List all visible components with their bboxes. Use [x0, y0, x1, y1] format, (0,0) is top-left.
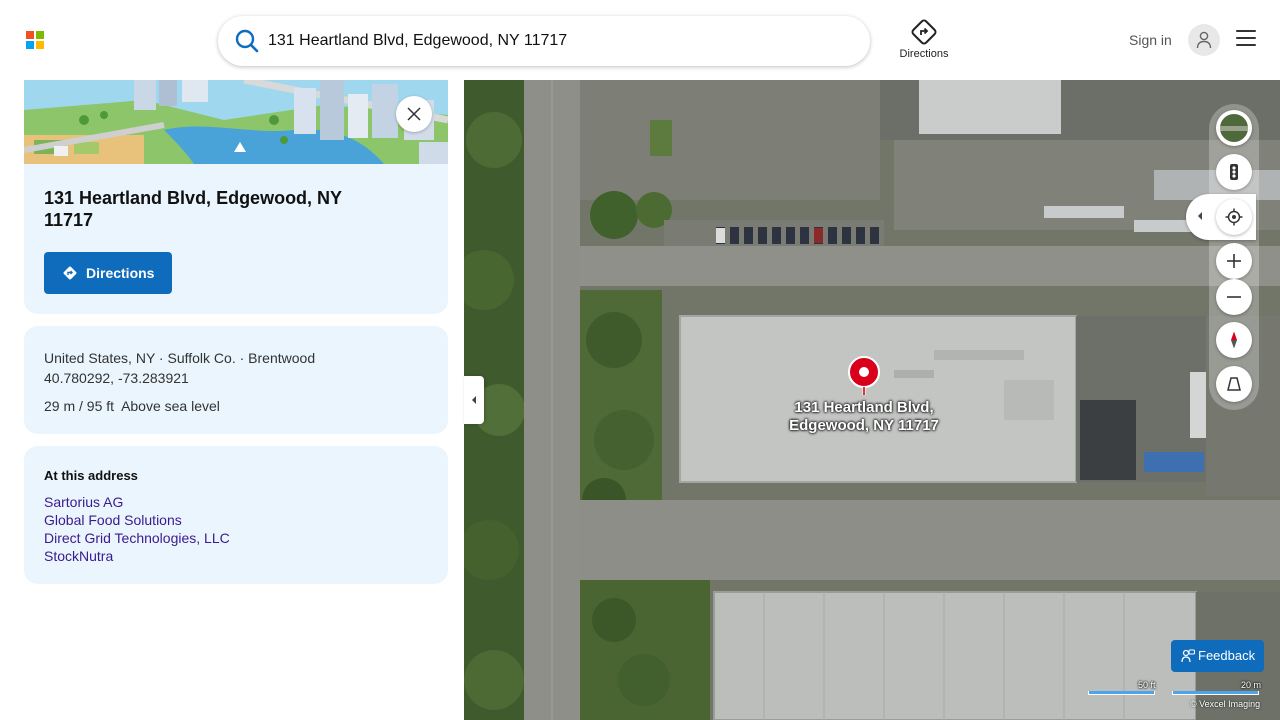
- traffic-light-icon: [1230, 164, 1238, 180]
- business-link[interactable]: StockNutra: [44, 548, 113, 564]
- imagery-credit: © Vexcel Imaging: [1190, 699, 1261, 709]
- directions-top-label: Directions: [899, 48, 949, 60]
- pin-label: 131 Heartland Blvd, Edgewood, NY 11717: [764, 399, 964, 435]
- map-style-thumbnail-icon: [1218, 112, 1250, 144]
- business-link[interactable]: Global Food Solutions: [44, 512, 182, 528]
- scale-label-m: 20 m: [1241, 680, 1262, 690]
- feedback-icon: [1181, 649, 1195, 663]
- business-link[interactable]: Sartorius AG: [44, 494, 123, 510]
- region-locality: Brentwood: [248, 350, 316, 366]
- place-card: 131 Heartland Blvd, Edgewood, NY 11717 D…: [24, 80, 448, 314]
- feedback-button[interactable]: Feedback: [1171, 640, 1264, 672]
- crosshair-icon: [1225, 208, 1243, 226]
- search-input[interactable]: [268, 24, 848, 58]
- directions-icon: [63, 266, 77, 280]
- map-style-button[interactable]: [1216, 110, 1252, 146]
- zoom-in-button[interactable]: [1216, 243, 1252, 279]
- region-separator: ·: [158, 350, 164, 366]
- avatar[interactable]: [1188, 24, 1220, 56]
- directions-button[interactable]: Directions: [44, 252, 172, 294]
- pin-label-line: 131 Heartland Blvd,: [794, 399, 934, 416]
- at-this-address-heading: At this address: [44, 468, 138, 483]
- minus-icon: [1227, 296, 1241, 298]
- map-view[interactable]: 131 Heartland Blvd, Edgewood, NY 11717: [464, 80, 1280, 720]
- scale-bar-ft: [1088, 691, 1155, 695]
- compass-icon: [1231, 331, 1237, 349]
- chevron-left-icon: [1198, 212, 1202, 220]
- scale-bar-m: [1172, 691, 1259, 695]
- elevation-line: 29 m / 95 ft Above sea level: [44, 398, 220, 414]
- search-icon[interactable]: [234, 28, 260, 54]
- feedback-label: Feedback: [1198, 648, 1256, 663]
- location-details-card: United States, NY · Suffolk Co. · Brentw…: [24, 326, 448, 434]
- zoom-out-button[interactable]: [1216, 279, 1252, 315]
- compass-button[interactable]: [1216, 322, 1252, 358]
- locate-me-button[interactable]: [1216, 199, 1252, 235]
- collapse-panel-button[interactable]: [464, 376, 484, 424]
- sign-in-link[interactable]: Sign in: [1129, 32, 1172, 48]
- directions-icon: [911, 19, 937, 45]
- elevation-label: Above sea level: [121, 398, 220, 414]
- region-country: United States, NY: [44, 350, 156, 366]
- search-box[interactable]: [218, 16, 870, 66]
- business-link[interactable]: Direct Grid Technologies, LLC: [44, 530, 230, 546]
- scale-label-ft: 50 ft: [1138, 680, 1156, 690]
- tilt-icon: [1227, 377, 1241, 391]
- directions-button-label: Directions: [86, 265, 155, 281]
- coordinates[interactable]: 40.780292, -73.283921: [44, 370, 189, 386]
- directions-top-button[interactable]: Directions: [892, 18, 956, 66]
- pin-label-line: Edgewood, NY 11717: [789, 417, 939, 434]
- chevron-left-icon: [472, 396, 476, 404]
- place-title: 131 Heartland Blvd, Edgewood, NY 11717: [44, 188, 342, 230]
- city-illustration: [24, 80, 448, 164]
- elevation-value: 29 m / 95 ft: [44, 398, 115, 414]
- tilt-button[interactable]: [1216, 366, 1252, 402]
- hamburger-menu-icon[interactable]: [1236, 30, 1256, 48]
- at-this-address-card: At this address Sartorius AG Global Food…: [24, 446, 448, 584]
- traffic-button[interactable]: [1216, 154, 1252, 190]
- region-separator: ·: [239, 350, 245, 366]
- plus-icon: [1227, 254, 1241, 268]
- location-pin-icon[interactable]: [848, 356, 880, 396]
- close-button[interactable]: [396, 96, 432, 132]
- microsoft-logo-icon[interactable]: [26, 31, 44, 49]
- top-bar: Directions Sign in: [0, 0, 1280, 80]
- region-line: United States, NY · Suffolk Co. · Brentw…: [44, 350, 315, 366]
- region-county: Suffolk Co.: [167, 350, 236, 366]
- user-icon: [1196, 31, 1212, 49]
- close-icon: [407, 107, 421, 121]
